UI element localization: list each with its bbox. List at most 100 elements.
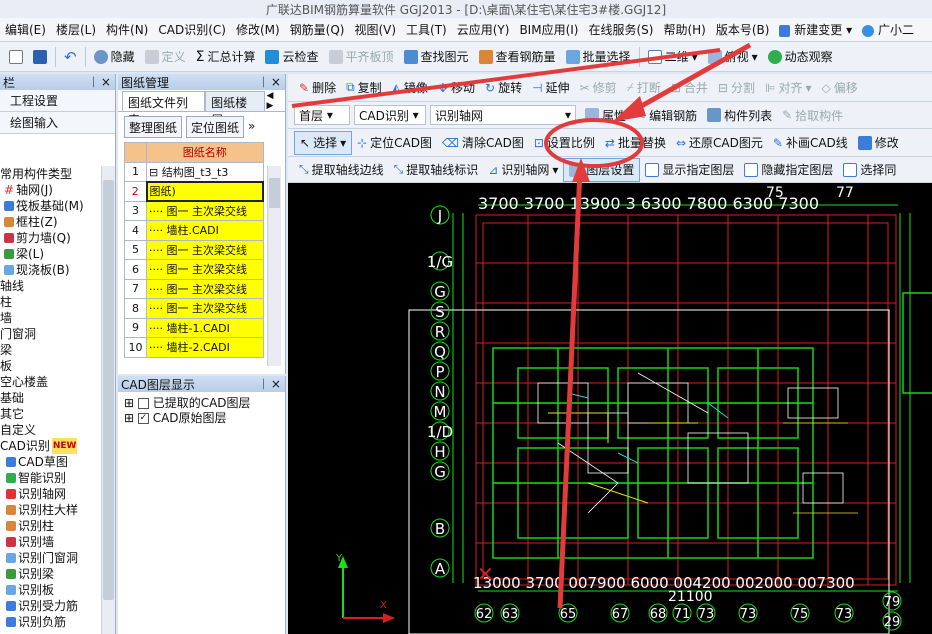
scroll-thumb[interactable]	[103, 180, 114, 600]
clear-cad-button[interactable]: ⌫ 清除CAD图	[437, 131, 529, 155]
menu-edit[interactable]: 编辑(E)	[0, 21, 51, 38]
align-top-button[interactable]: 平齐板顶	[324, 45, 399, 69]
batch-select-button[interactable]: 批量选择	[561, 45, 636, 69]
checkbox-checked[interactable]: ✓	[137, 413, 149, 424]
modify-button[interactable]: 修改	[853, 131, 904, 155]
mirror-button[interactable]: ◭ 镜像	[387, 76, 433, 100]
delete-button[interactable]: ✎ 删除	[294, 76, 341, 100]
menu-view[interactable]: 视图(V)	[349, 21, 401, 38]
tree-item-hollow-floor[interactable]: 空心楼盖	[0, 374, 101, 390]
align-button[interactable]: ⊫ 对齐 ▾	[760, 76, 817, 100]
close-icon[interactable]: ᛁ ×	[260, 75, 281, 89]
menu-version[interactable]: 版本号(B)	[711, 21, 775, 38]
tree-item-openings[interactable]: 门窗洞	[0, 326, 101, 342]
cad-canvas[interactable]: J 1/G G S R Q P N M 1/D H G B A 3700 370…	[288, 183, 932, 634]
view-rebar-button[interactable]: 查看钢筋量	[474, 45, 561, 69]
module-select[interactable]: CAD识别 ▾	[354, 105, 426, 125]
floor-select[interactable]: 首层 ▾	[294, 105, 350, 125]
undo-button[interactable]: ↶	[59, 45, 82, 69]
tree-item-raft[interactable]: 筏板基础(M)	[0, 198, 101, 214]
rotate-button[interactable]: ↻ 旋转	[480, 76, 527, 100]
tab-drawing-floor[interactable]: 图纸楼层	[205, 91, 265, 127]
recognize-axis-button[interactable]: ⊿ 识别轴网 ▾	[483, 158, 563, 182]
menu-bim[interactable]: BIM应用(I)	[514, 21, 583, 38]
scroll-thumb[interactable]	[269, 178, 280, 208]
menu-cloud[interactable]: 云应用(Y)	[452, 21, 515, 38]
navigator-scrollbar[interactable]	[101, 166, 115, 634]
tree-item-slab[interactable]: 现浇板(B)	[0, 262, 101, 278]
merge-button[interactable]: ⊞ 合并	[666, 76, 713, 100]
break-button[interactable]: ⌿ 打断	[622, 76, 666, 100]
component-list-button[interactable]: 构件列表	[702, 103, 777, 127]
tab-scroll-arrows[interactable]: ◀ ▶	[265, 91, 286, 111]
menu-help[interactable]: 帮助(H)	[658, 21, 710, 38]
menu-new-change[interactable]: 新建变更 ▾	[774, 21, 857, 38]
save-button[interactable]	[28, 45, 52, 69]
tree-item-cad-recognize[interactable]: CAD识别 NEW	[0, 438, 101, 454]
tree-item-wall[interactable]: 墙	[0, 310, 101, 326]
select-button[interactable]: ↖ 选择 ▾	[294, 130, 353, 155]
copy-button[interactable]: ⧉ 复制	[341, 76, 387, 100]
tree-item-recog-slab[interactable]: 识别板	[0, 582, 101, 598]
tree-item-shear-wall[interactable]: 剪力墙(Q)	[0, 230, 101, 246]
drawing-input-button[interactable]: 绘图输入	[0, 112, 115, 134]
set-scale-button[interactable]: ⊡ 设置比例	[529, 131, 600, 155]
tree-item-column[interactable]: 框柱(Z)	[0, 214, 101, 230]
tree-item-recog-openings[interactable]: 识别门窗洞	[0, 550, 101, 566]
table-row[interactable]: 4 ···· 墙柱.CADI	[124, 220, 264, 241]
offset-button[interactable]: ◇ 偏移	[817, 76, 863, 100]
collapse-icon[interactable]: ⊟	[149, 166, 158, 179]
table-row[interactable]: 8 ···· 图一 主次梁交线	[124, 298, 264, 319]
checkbox-unchecked[interactable]	[137, 398, 149, 409]
2d-button[interactable]: 二维 ▾	[643, 45, 703, 69]
table-row[interactable]: 3 ···· 图一 主次梁交线	[124, 200, 264, 221]
tree-item-beam[interactable]: 梁(L)	[0, 246, 101, 262]
more-icon[interactable]: »	[248, 116, 255, 138]
hide-button[interactable]: 隐藏	[89, 45, 140, 69]
project-settings-button[interactable]: 工程设置	[0, 90, 115, 112]
layer-extracted-item[interactable]: ⊞ 已提取的CAD图层	[124, 396, 279, 411]
table-row[interactable]: 9 ···· 墙柱-1.CADI	[124, 317, 264, 338]
move-button[interactable]: ✥ 移动	[433, 76, 480, 100]
tree-item-slabs[interactable]: 板	[0, 358, 101, 374]
organize-drawings-button[interactable]: 整理图纸	[124, 116, 183, 138]
redraw-cad-button[interactable]: ✎ 补画CAD线	[768, 131, 853, 155]
tree-item-recog-axis[interactable]: 识别轴网	[0, 486, 101, 502]
table-row[interactable]: 7 ···· 图一 主次梁交线	[124, 278, 264, 299]
tree-item-custom[interactable]: 自定义	[0, 422, 101, 438]
table-row[interactable]: 5 ···· 图一 主次梁交线	[124, 239, 264, 260]
pick-component-button[interactable]: ✎ 拾取构件	[777, 103, 848, 127]
extend-button[interactable]: ⊣ 延伸	[527, 76, 574, 100]
pin-icon[interactable]: ᛁ ×	[90, 75, 111, 89]
hide-layer-button[interactable]: 隐藏指定图层	[739, 158, 838, 182]
tree-item-cad-sketch[interactable]: CAD草图	[0, 454, 101, 470]
show-layer-button[interactable]: 显示指定图层	[640, 158, 739, 182]
tree-item-recog-col-detail[interactable]: 识别柱大样	[0, 502, 101, 518]
table-row[interactable]: 6 ···· 图一 主次梁交线	[124, 259, 264, 280]
menu-modify[interactable]: 修改(M)	[231, 21, 285, 38]
properties-button[interactable]: 属性	[580, 103, 631, 127]
define-button[interactable]: 定义	[140, 45, 191, 69]
layer-original-item[interactable]: ⊞ ✓ CAD原始图层	[124, 411, 279, 426]
edit-rebar-button[interactable]: ✎ 编辑钢筋	[631, 103, 702, 127]
menu-rebar-qty[interactable]: 钢筋量(Q)	[285, 21, 350, 38]
table-row[interactable]: 2 图纸)	[124, 180, 264, 202]
tree-item-other[interactable]: 其它	[0, 406, 101, 422]
layer-settings-button[interactable]: 图层设置	[563, 157, 641, 182]
tree-item-common-types[interactable]: 常用构件类型	[0, 166, 101, 182]
tree-item-recog-neg-rebar[interactable]: 识别负筋	[0, 614, 101, 630]
table-row[interactable]: 1 ⊟ 结构图_t3_t3	[124, 161, 264, 182]
cloud-check-button[interactable]: 云检查	[260, 45, 323, 69]
trim-button[interactable]: ✂ 修剪	[575, 76, 622, 100]
menu-assistant[interactable]: 广小二	[857, 21, 919, 38]
drawing-table-scrollbar[interactable]	[267, 166, 281, 366]
tree-item-recog-wall[interactable]: 识别墙	[0, 534, 101, 550]
new-file-button[interactable]	[4, 45, 28, 69]
menu-online[interactable]: 在线服务(S)	[583, 21, 658, 38]
tree-item-recog-beam[interactable]: 识别梁	[0, 566, 101, 582]
locate-drawing-button[interactable]: 定位图纸	[186, 116, 245, 138]
restore-cad-button[interactable]: ⇔ 还原CAD图元	[671, 131, 768, 155]
tree-item-beams[interactable]: 梁	[0, 342, 101, 358]
menu-tools[interactable]: 工具(T)	[401, 21, 452, 38]
extract-axis-edge-button[interactable]: ⤡ 提取轴线边线	[294, 158, 389, 182]
